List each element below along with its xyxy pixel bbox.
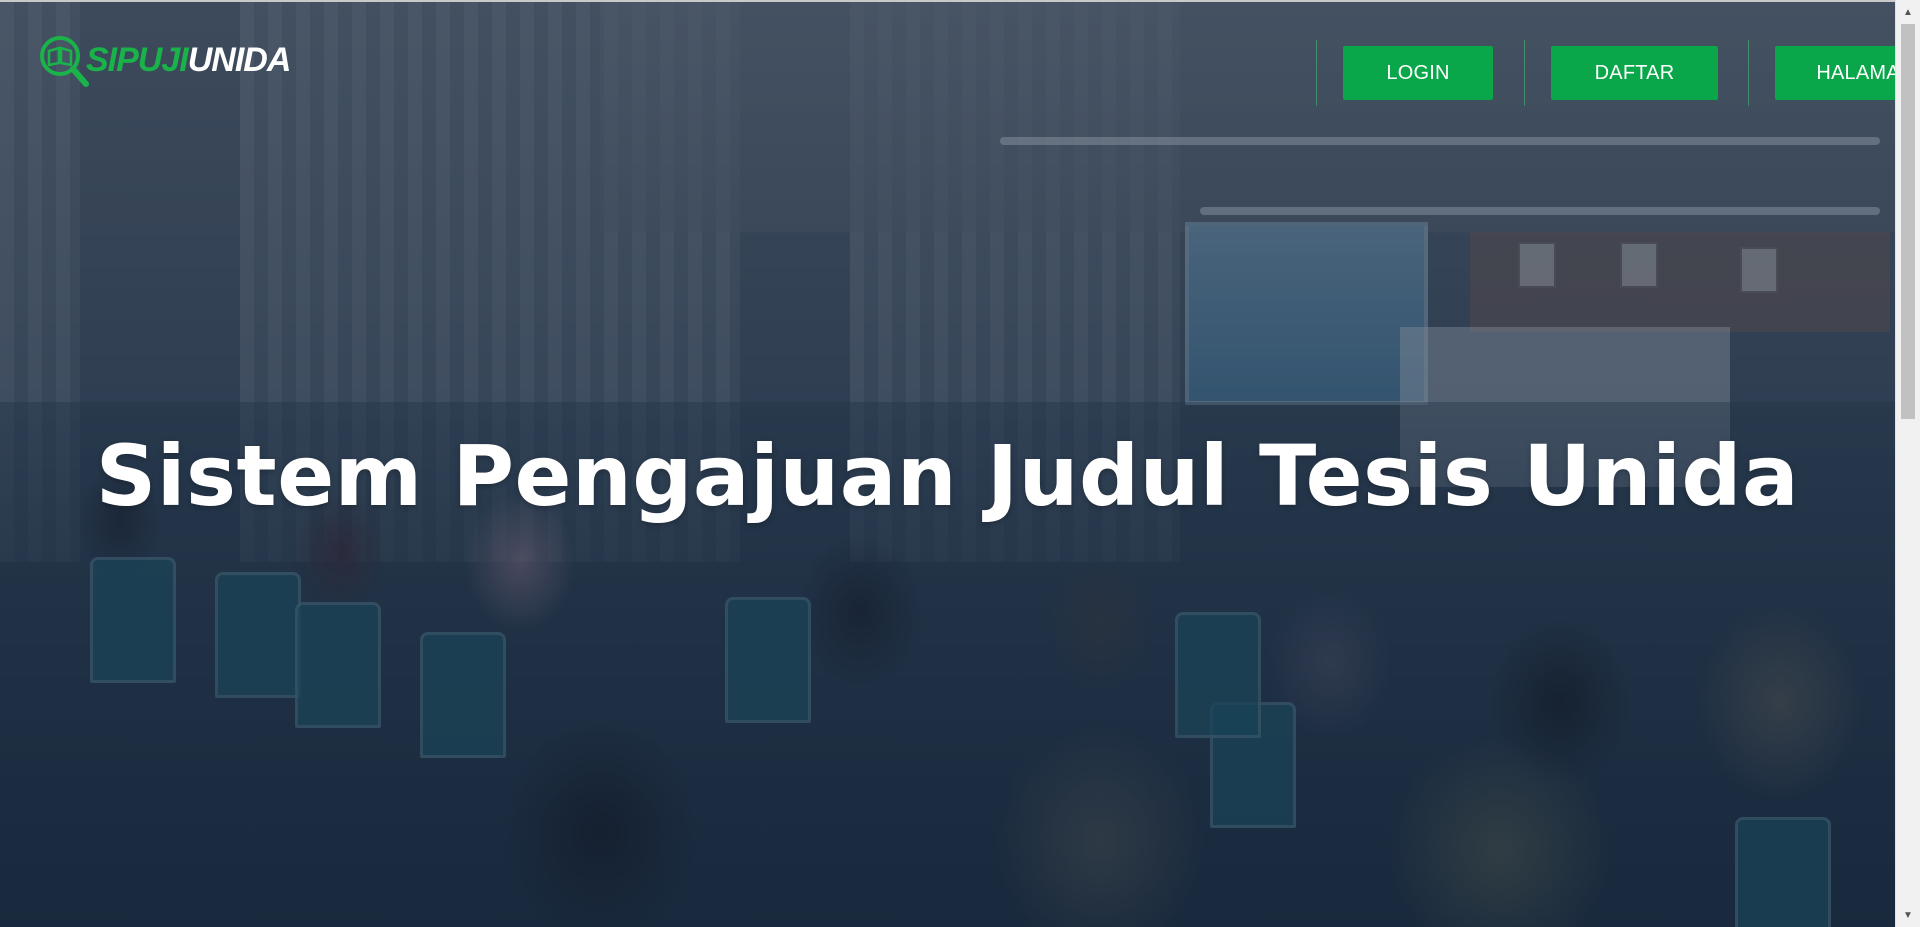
register-button[interactable]: DAFTAR (1551, 46, 1718, 100)
nav-divider (1524, 40, 1525, 106)
hero-title: Sistem Pengajuan Judul Tesis Unida (95, 427, 1800, 525)
scroll-down-arrow-icon[interactable]: ▼ (1896, 905, 1920, 925)
top-navigation: LOGIN DAFTAR HALAMAN UTAMA (1095, 40, 1895, 108)
nav-divider (1748, 40, 1749, 106)
scroll-thumb[interactable] (1901, 24, 1915, 419)
hero-section: SIPUJIUNIDA LOGIN DAFTAR HALAMAN UTAMA S… (0, 2, 1895, 927)
logo-text-unida: UNIDA (187, 41, 292, 79)
vertical-scrollbar[interactable]: ▲ ▼ (1895, 0, 1920, 927)
site-logo[interactable]: SIPUJIUNIDA (38, 32, 292, 88)
home-page-button[interactable]: HALAMAN UTAMA (1775, 46, 1895, 100)
page-viewport: SIPUJIUNIDA LOGIN DAFTAR HALAMAN UTAMA S… (0, 0, 1895, 927)
nav-divider (1316, 40, 1317, 106)
scroll-up-arrow-icon[interactable]: ▲ (1896, 2, 1920, 22)
logo-text: SIPUJIUNIDA (86, 41, 292, 79)
logo-text-sipuji: SIPUJI (86, 41, 189, 79)
magnifier-book-icon (38, 32, 90, 88)
login-button[interactable]: LOGIN (1343, 46, 1493, 100)
